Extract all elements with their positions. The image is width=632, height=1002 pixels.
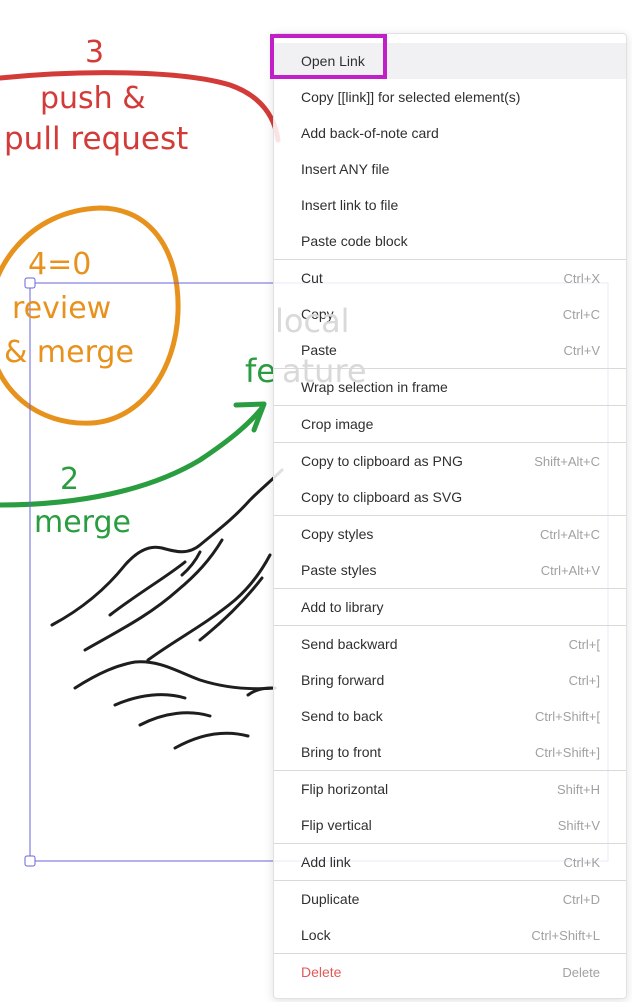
menu-item-bring-to-front[interactable]: Bring to front Ctrl+Shift+] bbox=[274, 734, 626, 770]
menu-item-copy-to-clipboard-as-svg[interactable]: Copy to clipboard as SVG bbox=[274, 479, 626, 515]
menu-item-label: Cut bbox=[301, 270, 323, 286]
annotation-step3-line1: push & bbox=[40, 81, 146, 116]
menu-item-label: Copy to clipboard as PNG bbox=[301, 453, 463, 469]
menu-item-lock[interactable]: Lock Ctrl+Shift+L bbox=[274, 917, 626, 953]
green-arrow-stroke bbox=[0, 405, 265, 508]
menu-item-cut[interactable]: Cut Ctrl+X bbox=[274, 260, 626, 296]
menu-item-add-to-library[interactable]: Add to library bbox=[274, 589, 626, 625]
annotation-step2-number: 2 bbox=[60, 462, 80, 497]
annotation-step3-number: 3 bbox=[85, 35, 105, 70]
menu-item-bring-forward[interactable]: Bring forward Ctrl+] bbox=[274, 662, 626, 698]
menu-item-label: Open Link bbox=[301, 53, 365, 69]
annotation-step4-line1: review bbox=[12, 291, 112, 326]
menu-item-label: Lock bbox=[301, 927, 331, 943]
menu-item-label: Copy [[link]] for selected element(s) bbox=[301, 89, 521, 105]
context-menu: Open Link Copy [[link]] for selected elem… bbox=[273, 33, 627, 999]
menu-item-crop-image[interactable]: Crop image bbox=[274, 406, 626, 442]
menu-item-label: Flip vertical bbox=[301, 817, 372, 833]
menu-item-shortcut: Ctrl+Alt+C bbox=[540, 526, 600, 542]
menu-item-label: Duplicate bbox=[301, 891, 360, 907]
menu-item-delete[interactable]: Delete Delete bbox=[274, 954, 626, 990]
menu-item-label: Add back-of-note card bbox=[301, 125, 439, 141]
menu-item-flip-vertical[interactable]: Flip vertical Shift+V bbox=[274, 807, 626, 843]
menu-item-label: Send backward bbox=[301, 636, 398, 652]
menu-item-shortcut: Ctrl+] bbox=[568, 672, 600, 688]
menu-item-label: Copy to clipboard as SVG bbox=[301, 489, 463, 505]
menu-item-copy-link-for-selected-element-s[interactable]: Copy [[link]] for selected element(s) bbox=[274, 79, 626, 115]
menu-item-copy-to-clipboard-as-png[interactable]: Copy to clipboard as PNG Shift+Alt+C bbox=[274, 443, 626, 479]
menu-item-label: Paste code block bbox=[301, 233, 408, 249]
menu-item-shortcut: Shift+V bbox=[557, 817, 600, 833]
menu-item-label: Insert link to file bbox=[301, 197, 399, 213]
menu-item-label: Bring to front bbox=[301, 744, 382, 760]
menu-item-paste-styles[interactable]: Paste styles Ctrl+Alt+V bbox=[274, 552, 626, 588]
menu-item-shortcut: Ctrl+K bbox=[563, 854, 600, 870]
annotation-step2-label: merge bbox=[34, 505, 131, 540]
menu-item-label: Delete bbox=[301, 964, 342, 980]
menu-item-shortcut: Shift+Alt+C bbox=[534, 453, 600, 469]
annotation-step4-number: 4=0 bbox=[28, 247, 92, 282]
annotation-step3-line2: pull request bbox=[4, 121, 189, 157]
menu-item-label: Add to library bbox=[301, 599, 384, 615]
menu-item-shortcut: Ctrl+C bbox=[562, 306, 600, 322]
menu-item-paste-code-block[interactable]: Paste code block bbox=[274, 223, 626, 259]
resize-handle-bottom-left bbox=[24, 855, 36, 867]
menu-item-insert-any-file[interactable]: Insert ANY file bbox=[274, 151, 626, 187]
menu-item-label: Copy styles bbox=[301, 526, 374, 542]
menu-item-shortcut: Shift+H bbox=[557, 781, 600, 797]
menu-item-shortcut: Ctrl+D bbox=[562, 891, 600, 907]
excalidraw-canvas[interactable]: 3 push & pull request 4=0 review & merge… bbox=[0, 0, 632, 1002]
menu-item-send-backward[interactable]: Send backward Ctrl+[ bbox=[274, 626, 626, 662]
menu-item-label: Bring forward bbox=[301, 672, 385, 688]
menu-item-send-to-back[interactable]: Send to back Ctrl+Shift+[ bbox=[274, 698, 626, 734]
menu-item-copy-styles[interactable]: Copy styles Ctrl+Alt+C bbox=[274, 516, 626, 552]
menu-item-duplicate[interactable]: Duplicate Ctrl+D bbox=[274, 881, 626, 917]
menu-item-label: Flip horizontal bbox=[301, 781, 389, 797]
menu-item-flip-horizontal[interactable]: Flip horizontal Shift+H bbox=[274, 771, 626, 807]
menu-item-insert-link-to-file[interactable]: Insert link to file bbox=[274, 187, 626, 223]
menu-item-shortcut: Ctrl+Shift+L bbox=[531, 927, 600, 943]
menu-item-shortcut: Ctrl+[ bbox=[568, 636, 600, 652]
menu-item-shortcut: Delete bbox=[562, 964, 600, 980]
menu-item-shortcut: Ctrl+X bbox=[563, 270, 600, 286]
menu-item-shortcut: Ctrl+Shift+] bbox=[534, 744, 600, 760]
menu-item-label: Add link bbox=[301, 854, 351, 870]
menu-item-add-back-of-note-card[interactable]: Add back-of-note card bbox=[274, 115, 626, 151]
menu-item-label: Insert ANY file bbox=[301, 161, 390, 177]
menu-item-add-link[interactable]: Add link Ctrl+K bbox=[274, 844, 626, 880]
annotation-local-faded: local bbox=[275, 302, 350, 340]
menu-item-label: Paste styles bbox=[301, 562, 377, 578]
menu-item-shortcut: Ctrl+V bbox=[563, 342, 600, 358]
menu-item-shortcut: Ctrl+Shift+[ bbox=[534, 708, 600, 724]
menu-item-shortcut: Ctrl+Alt+V bbox=[540, 562, 600, 578]
menu-item-label: Crop image bbox=[301, 416, 374, 432]
annotation-feature-faded: ature bbox=[282, 352, 367, 390]
annotation-step4-line2: & merge bbox=[4, 335, 134, 370]
menu-item-label: Send to back bbox=[301, 708, 383, 724]
annotation-feature-visible: fe bbox=[245, 352, 276, 390]
menu-item-open-link[interactable]: Open Link bbox=[274, 43, 626, 79]
